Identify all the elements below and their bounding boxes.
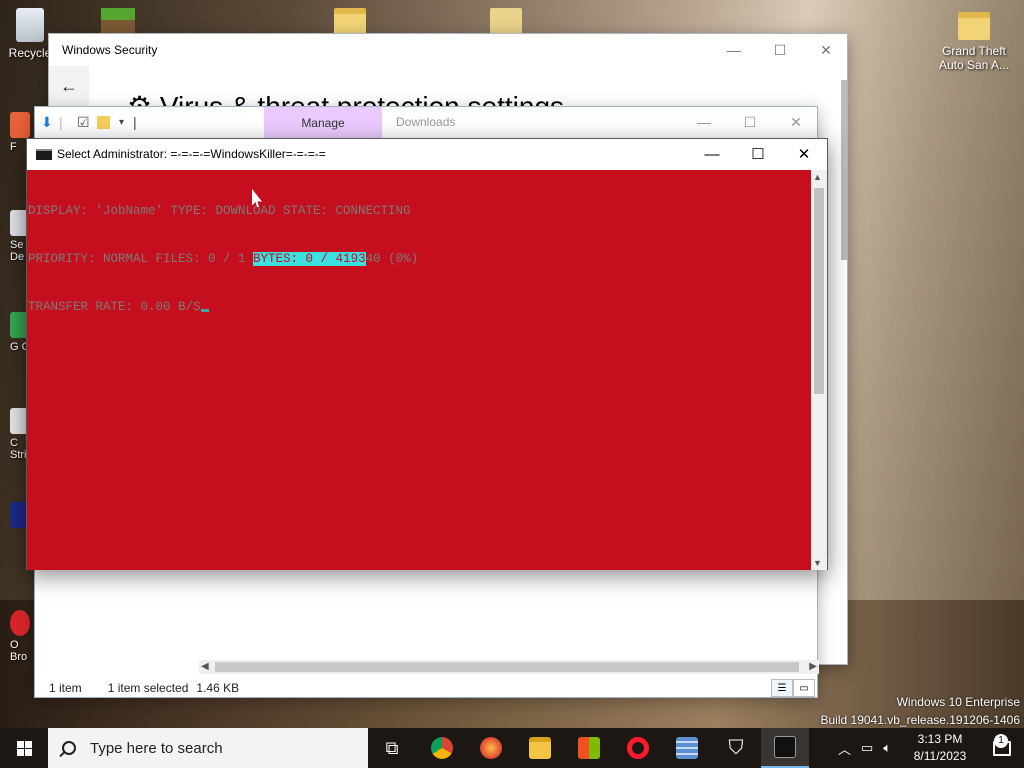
chevron-down-icon[interactable]: ▾ — [119, 117, 124, 128]
console-window[interactable]: Select Administrator: =-=-=-=WindowsKill… — [26, 138, 828, 570]
tab-manage[interactable]: Manage — [264, 107, 382, 138]
clock-date: 8/11/2023 — [913, 749, 967, 763]
folder-icon — [334, 8, 366, 36]
window-title: Select Administrator: =-=-=-=WindowsKill… — [57, 147, 326, 161]
close-button[interactable]: ✕ — [781, 139, 827, 169]
minimize-button[interactable]: — — [711, 34, 757, 66]
taskbar: Type here to search ⧉ ⛉ ︿ ▭ 🔈︎ 3:13 PM 8… — [0, 728, 1024, 768]
file-explorer-icon — [529, 737, 551, 759]
command-prompt-icon — [774, 736, 796, 758]
details-view-icon: ☰ — [777, 682, 787, 694]
start-button[interactable] — [0, 728, 48, 768]
title-bar: Select Administrator: =-=-=-=WindowsKill… — [27, 139, 827, 169]
scroll-left-icon[interactable]: ◀ — [201, 660, 209, 674]
selection-count: 1 item selected — [107, 681, 189, 695]
separator: | — [133, 114, 137, 130]
scrollbar-thumb[interactable] — [814, 188, 824, 394]
large-icons-view-button[interactable]: ▭ — [793, 679, 815, 697]
back-arrow-icon: ← — [60, 75, 78, 96]
shield-icon: ⛉ — [728, 736, 744, 759]
taskbar-calculator[interactable] — [663, 728, 711, 768]
task-view-icon: ⧉ — [385, 737, 399, 758]
large-icons-view-icon: ▭ — [799, 682, 809, 694]
opera-icon — [10, 610, 30, 636]
vertical-scrollbar[interactable]: ▲ ▼ — [811, 170, 827, 570]
details-view-button[interactable]: ☰ — [771, 679, 793, 697]
console-line: TRANSFER RATE: 0.00 B/S — [28, 299, 811, 315]
taskbar-file-explorer[interactable] — [516, 728, 564, 768]
system-tray: ︿ ▭ 🔈︎ — [838, 728, 891, 768]
minimize-button[interactable]: — — [681, 107, 727, 137]
store-icon — [578, 737, 600, 759]
scroll-right-icon[interactable]: ▶ — [809, 660, 817, 674]
gta-san-andreas-shortcut[interactable]: Grand Theft Auto San A... — [936, 12, 1012, 72]
window-title: Downloads — [396, 115, 456, 129]
console-output[interactable]: DISPLAY: 'JobName' TYPE: DOWNLOAD STATE:… — [27, 170, 811, 570]
separator: | — [59, 114, 63, 130]
taskbar-firefox[interactable] — [467, 728, 515, 768]
search-icon — [62, 741, 76, 755]
scroll-down-icon[interactable]: ▼ — [813, 558, 822, 568]
taskbar-opera[interactable] — [614, 728, 662, 768]
text-selection: BYTES: 0 / 4193 — [253, 252, 366, 266]
windows-edition-watermark: Windows 10 Enterprise — [896, 695, 1020, 709]
selection-size: 1.46 KB — [196, 681, 240, 695]
maximize-button[interactable]: ☐ — [727, 107, 773, 137]
close-button[interactable]: ✕ — [803, 34, 849, 66]
firefox-icon — [10, 112, 30, 138]
notification-badge: 1 — [994, 734, 1008, 748]
action-center-button[interactable]: 1 — [980, 728, 1024, 768]
download-icon: ⬇ — [41, 114, 53, 130]
new-folder-icon[interactable] — [97, 116, 110, 129]
scrollbar-thumb[interactable] — [215, 662, 799, 672]
status-bar: 1 item 1 item selected 1.46 KB — [35, 679, 817, 697]
search-input[interactable]: Type here to search — [90, 740, 223, 757]
horizontal-scrollbar[interactable]: ◀ ▶ — [199, 660, 819, 674]
back-button[interactable]: ← — [49, 66, 89, 106]
console-icon — [36, 149, 52, 160]
desktop-icon-label: Recycle — [8, 46, 52, 60]
calculator-icon — [676, 737, 698, 759]
minimize-button[interactable]: — — [689, 139, 735, 169]
search-box[interactable]: Type here to search — [48, 728, 368, 768]
properties-icon[interactable]: ☑ — [77, 114, 90, 131]
recycle-bin-icon — [16, 8, 44, 42]
windows-logo-icon — [16, 740, 32, 756]
item-count: 1 item — [49, 681, 82, 695]
firefox-icon — [480, 737, 502, 759]
windows-build-watermark: Build 19041.vb_release.191206-1406 — [820, 713, 1021, 727]
network-icon[interactable]: ▭ — [861, 740, 873, 756]
volume-icon[interactable]: 🔈︎ — [883, 740, 891, 756]
clock[interactable]: 3:13 PM 8/11/2023 — [905, 731, 975, 765]
window-title: Windows Security — [62, 43, 158, 57]
taskbar-command-prompt[interactable] — [761, 728, 809, 768]
scroll-up-icon[interactable]: ▲ — [813, 172, 822, 182]
title-bar: ⬇ | ☑ ▾ | Manage Downloads — ☐ ✕ — [35, 107, 817, 139]
folder-icon — [958, 12, 990, 40]
scrollbar[interactable] — [841, 80, 847, 260]
maximize-button[interactable]: ☐ — [735, 139, 781, 169]
maximize-button[interactable]: ☐ — [757, 34, 803, 66]
desktop-icon-label: Grand Theft Auto San A... — [938, 44, 1010, 72]
chrome-icon — [431, 737, 453, 759]
taskbar-chrome[interactable] — [418, 728, 466, 768]
taskbar-store[interactable] — [565, 728, 613, 768]
task-view-button[interactable]: ⧉ — [368, 728, 416, 768]
close-button[interactable]: ✕ — [773, 107, 819, 137]
side-shortcut-6[interactable]: O Bro — [10, 610, 30, 663]
clock-time: 3:13 PM — [917, 732, 963, 746]
console-line: DISPLAY: 'JobName' TYPE: DOWNLOAD STATE:… — [28, 204, 411, 218]
chevron-up-icon[interactable]: ︿ — [838, 739, 851, 758]
taskbar-windows-security[interactable]: ⛉ — [712, 728, 760, 768]
opera-icon — [627, 737, 649, 759]
console-line: PRIORITY: NORMAL FILES: 0 / 1 BYTES: 0 /… — [28, 252, 419, 266]
text-cursor — [200, 309, 209, 312]
